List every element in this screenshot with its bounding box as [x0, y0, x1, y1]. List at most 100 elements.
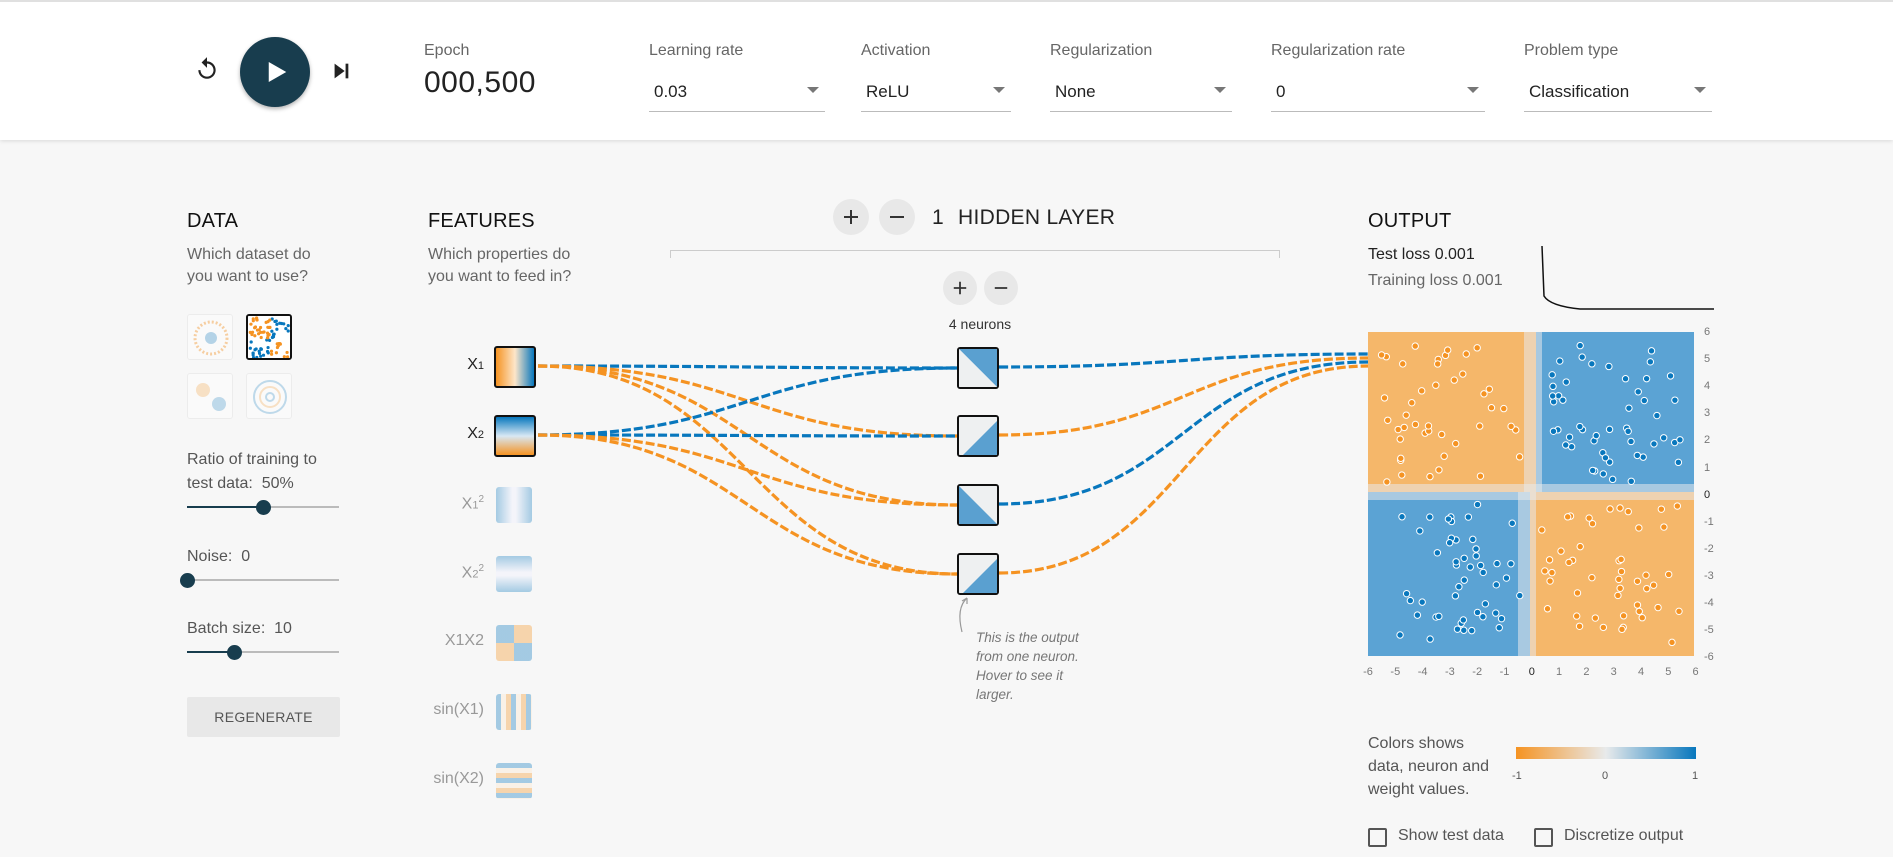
data-point	[1468, 626, 1476, 635]
feature-node-sinx2[interactable]	[496, 763, 532, 799]
data-point	[1413, 611, 1422, 619]
hidden-layer-count: 1	[932, 206, 944, 229]
neuron-4[interactable]	[957, 553, 999, 595]
weight-link-1[interactable]	[537, 364, 958, 438]
legend-min: -1	[1512, 770, 1522, 782]
neuron-1[interactable]	[957, 347, 999, 389]
data-point	[1642, 374, 1651, 383]
feature-node-x1sq[interactable]	[496, 487, 532, 523]
thumb-dot	[253, 334, 257, 338]
problem-type-value: Classification	[1529, 82, 1630, 101]
feature-node-x1x2[interactable]	[496, 625, 532, 661]
reset-button[interactable]	[190, 52, 224, 86]
data-point	[1443, 346, 1452, 354]
x-tick: 1	[1556, 666, 1563, 678]
data-point	[1614, 591, 1622, 600]
data-point	[1565, 558, 1573, 567]
y-tick: -1	[1704, 515, 1714, 528]
data-point	[1660, 523, 1668, 531]
weight-link-10[interactable]	[998, 360, 1369, 506]
loss-chart	[1541, 246, 1714, 310]
remove-neuron-button[interactable]	[984, 271, 1018, 305]
thumb-dot	[285, 355, 290, 358]
neuron-3[interactable]	[957, 484, 999, 526]
data-point	[1418, 387, 1426, 395]
step-forward-button[interactable]	[324, 54, 358, 88]
regenerate-button[interactable]: REGENERATE	[187, 697, 340, 737]
dataset-xor[interactable]	[246, 314, 292, 360]
data-point	[1617, 555, 1625, 564]
color-legend-text: Colors shows data, neuron and weight val…	[1368, 735, 1489, 798]
batch-slider[interactable]	[187, 645, 339, 660]
data-point	[1485, 385, 1494, 393]
y-tick: 6	[1704, 326, 1711, 338]
neuron-2[interactable]	[957, 415, 999, 457]
feature-node-sinx1[interactable]	[496, 694, 532, 730]
add-layer-button[interactable]	[833, 199, 869, 235]
data-point	[1472, 552, 1480, 560]
weight-link-3[interactable]	[537, 364, 958, 576]
feature-node-x2sq[interactable]	[496, 556, 532, 592]
weight-link-0[interactable]	[537, 364, 958, 370]
weight-link-11[interactable]	[998, 364, 1369, 575]
dataset-circle[interactable]	[187, 314, 233, 360]
minus-icon	[890, 216, 904, 218]
show-test-data-checkbox[interactable]	[1368, 828, 1387, 847]
data-point	[1538, 526, 1546, 534]
thumb-dot	[280, 321, 284, 326]
data-point	[1588, 360, 1596, 368]
thumb-dot	[250, 330, 255, 334]
y-tick: -4	[1704, 597, 1714, 609]
neuron-1-heatmap	[959, 349, 997, 387]
thumb-dot	[273, 319, 277, 324]
neuron-3-heatmap	[959, 486, 997, 524]
weight-link-4[interactable]	[537, 366, 958, 437]
activation-select[interactable]: ReLU	[861, 78, 1011, 112]
feature-node-x1[interactable]	[494, 346, 536, 388]
data-point	[1396, 435, 1404, 443]
slider-thumb[interactable]	[227, 645, 243, 660]
slider-thumb[interactable]	[256, 500, 271, 515]
regularization-value: None	[1055, 82, 1096, 101]
data-point	[1479, 613, 1487, 621]
dataset-gaussian[interactable]	[187, 373, 233, 419]
plus-icon	[953, 281, 967, 295]
data-point	[1402, 411, 1410, 419]
weight-link-2[interactable]	[537, 364, 958, 507]
add-neuron-button[interactable]	[943, 271, 977, 305]
data-point	[1459, 616, 1468, 624]
data-point	[1487, 404, 1496, 412]
data-point	[1452, 439, 1460, 448]
data-point	[1507, 560, 1515, 568]
noise-slider[interactable]	[180, 573, 339, 588]
slider-thumb[interactable]	[180, 573, 195, 588]
thumb-dot	[267, 325, 271, 330]
data-point	[1473, 500, 1482, 509]
play-button[interactable]	[240, 37, 310, 107]
noise-label: Noise:	[187, 548, 233, 565]
data-point	[1627, 437, 1635, 446]
learning-rate-select[interactable]: 0.03	[649, 78, 825, 112]
data-point	[1397, 454, 1405, 463]
weight-link-9[interactable]	[998, 356, 1369, 437]
weight-link-7[interactable]	[537, 433, 958, 576]
weight-link-6[interactable]	[537, 433, 958, 507]
weight-link-5[interactable]	[537, 433, 958, 438]
regularization-rate-select[interactable]: 0	[1271, 78, 1485, 112]
data-point	[1562, 441, 1570, 449]
remove-layer-button[interactable]	[879, 199, 915, 235]
data-point	[1426, 635, 1434, 643]
data-point	[1624, 507, 1632, 516]
ratio-slider[interactable]	[187, 500, 339, 515]
dataset-spiral[interactable]	[246, 373, 292, 419]
data-point	[1578, 353, 1586, 361]
problem-type-select[interactable]: Classification	[1524, 78, 1712, 112]
regularization-select[interactable]: None	[1050, 78, 1232, 112]
data-point	[1573, 612, 1581, 620]
feature-node-x2[interactable]	[494, 415, 536, 457]
discretize-output-checkbox[interactable]	[1534, 828, 1553, 847]
weight-link-8[interactable]	[998, 352, 1369, 369]
thumb-dot	[286, 329, 290, 333]
ratio-value: 50%	[261, 475, 294, 492]
x-tick: -1	[1499, 666, 1510, 678]
